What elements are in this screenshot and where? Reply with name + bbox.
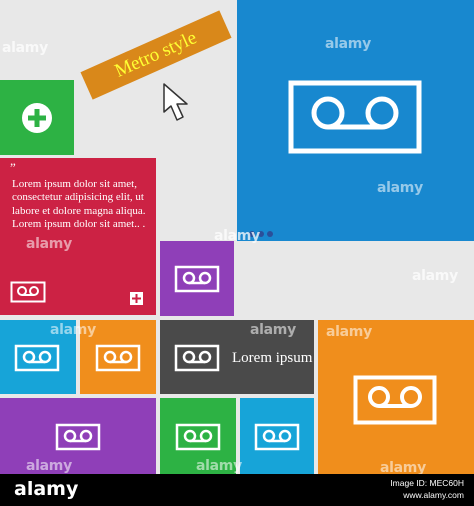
watermark-text: alamy — [2, 40, 48, 56]
plus-icon[interactable] — [130, 292, 143, 305]
watermark-text: alamy — [377, 180, 423, 196]
cassette-icon — [353, 375, 437, 425]
footer-site: www.alamy.com — [403, 490, 464, 500]
cassette-icon — [254, 423, 300, 451]
cassette-icon — [175, 423, 221, 451]
cassette-icon — [288, 80, 422, 154]
watermark-text: alamy — [196, 458, 242, 474]
tile-cyan-small-2[interactable] — [240, 398, 314, 474]
watermark-text: alamy — [250, 322, 296, 338]
quote-mark: ” — [10, 160, 16, 175]
cassette-icon — [10, 281, 46, 303]
gray-tile-label: Lorem ipsum — [232, 350, 313, 366]
watermark-text: alamy — [26, 458, 72, 474]
watermark-text: alamy — [50, 322, 96, 338]
cassette-icon — [174, 265, 220, 293]
watermark-text: alamy — [412, 268, 458, 284]
metro-style-banner: Metro style — [80, 10, 232, 100]
tile-orange-large[interactable]: alamy alamy — [318, 320, 474, 474]
footer-info: Image ID: MEC60H www.alamy.com — [390, 477, 464, 501]
cassette-icon — [95, 344, 141, 372]
cassette-icon — [174, 344, 220, 372]
footer-image-id: Image ID: MEC60H — [390, 478, 464, 488]
watermark-text: alamy — [326, 324, 372, 340]
tile-green-plus[interactable] — [0, 80, 74, 155]
footer-logo: alamy — [14, 478, 79, 500]
watermark-text: alamy — [214, 228, 260, 244]
plus-icon — [22, 103, 52, 133]
cassette-icon — [14, 344, 60, 372]
watermark-text: alamy — [380, 460, 426, 474]
tile-blue-large[interactable]: alamy alamy — [237, 0, 474, 241]
tile-purple-wide[interactable] — [0, 398, 156, 474]
tile-purple-small[interactable] — [160, 241, 234, 316]
lorem-paragraph: Lorem ipsum dolor sit amet, consectetur … — [12, 178, 146, 231]
cassette-icon — [55, 423, 101, 451]
watermark-text: alamy — [26, 236, 72, 252]
watermark-text: alamy — [325, 36, 371, 52]
footer-bar: alamy Image ID: MEC60H www.alamy.com — [0, 474, 474, 506]
cursor-arrow-icon — [163, 83, 188, 121]
